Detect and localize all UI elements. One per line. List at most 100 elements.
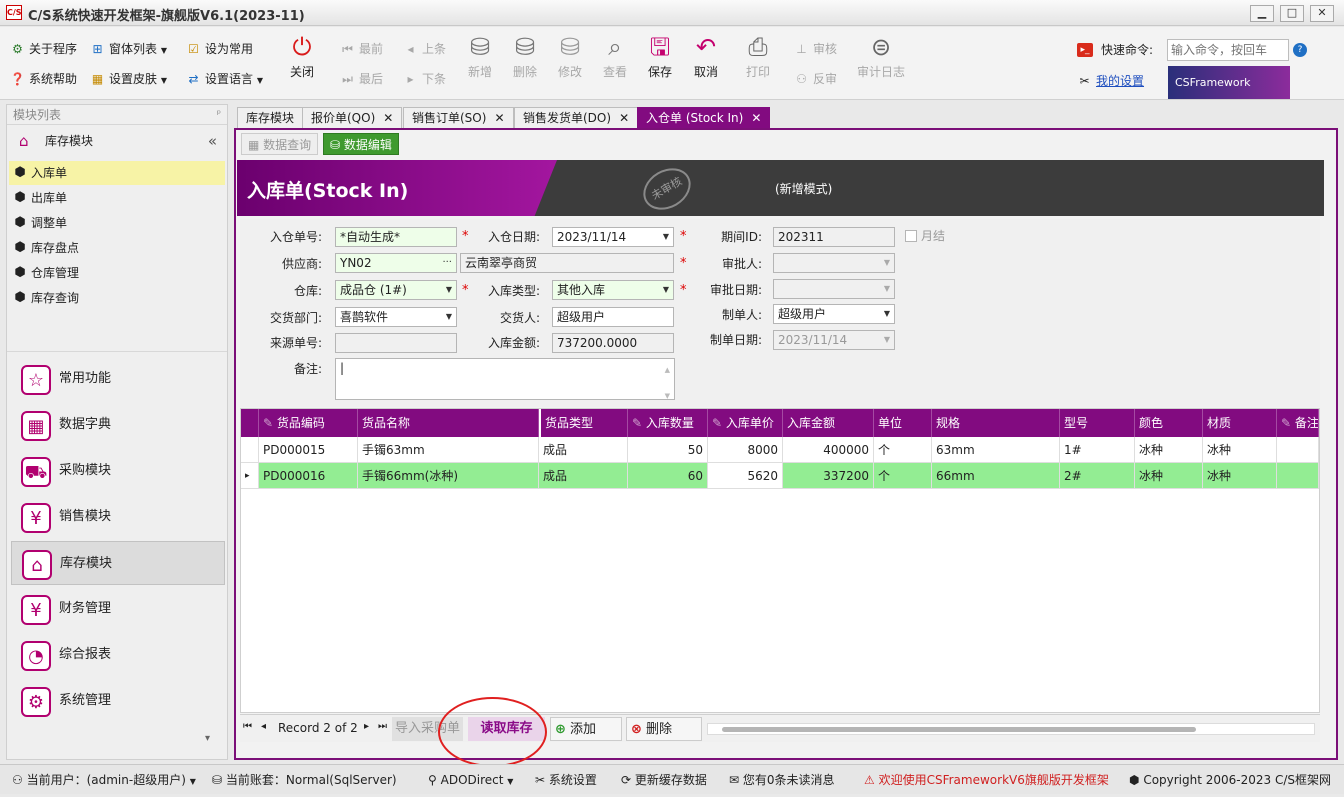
print-button[interactable]: ⎙ 打印 [734,31,782,80]
nav-reports[interactable]: ◔ 综合报表 [11,633,225,677]
chevron-down-icon[interactable]: ▼ [884,331,890,349]
quick-command-input[interactable] [1167,39,1289,61]
last-record-button[interactable]: ⏭ 最后 [340,69,383,89]
first-icon[interactable]: ⏮ [243,721,252,732]
chevron-down-icon[interactable]: ▼ [884,280,890,298]
chevron-down-icon[interactable]: ▼ [446,308,452,326]
column-header[interactable]: ✎ 入库单价 [708,409,783,437]
maximize-button[interactable]: □ [1280,5,1304,22]
tree-item-stock-in[interactable]: ⬢ 入库单 [9,161,225,185]
column-header[interactable]: 材质 [1203,409,1277,437]
nav-dictionary[interactable]: ▦ 数据字典 [11,403,225,447]
help-button[interactable]: ❓ 系统帮助 [10,69,77,89]
messages-link[interactable]: ✉ 您有0条未读消息 [729,765,835,795]
remark-field[interactable]: | ▲ ▼ [335,358,675,400]
nav-finance[interactable]: ¥ 财务管理 [11,587,225,631]
cell-model[interactable]: 2# [1060,463,1135,489]
tab-data-edit[interactable]: ⛁ 数据编辑 [323,133,399,155]
system-settings-link[interactable]: ✂ 系统设置 [535,765,597,795]
cell-unit[interactable]: 个 [874,463,932,489]
cell-type[interactable]: 成品 [539,437,628,463]
source-no-field[interactable] [335,333,457,353]
delete-button[interactable]: ⛁ 删除 [501,31,549,80]
delete-row-button[interactable]: ⊗ 删除 [626,717,702,741]
first-record-button[interactable]: ⏮ 最前 [340,39,383,59]
column-header[interactable]: 入库金额 [783,409,874,437]
approver-field[interactable]: ▼ [773,253,895,273]
column-header[interactable]: 货品名称 [358,409,539,437]
cell-amount[interactable]: 400000 [783,437,874,463]
cell-unit[interactable]: 个 [874,437,932,463]
connection-mode[interactable]: ⚲ ADODirect ▼ [428,765,513,795]
close-icon[interactable]: ✕ [751,111,761,125]
close-icon[interactable]: ✕ [494,111,504,125]
cell-name[interactable]: 手镯63mm [358,437,539,463]
cell-remark[interactable] [1277,437,1319,463]
skin-button[interactable]: ▦ 设置皮肤 ▼ [90,69,167,89]
cell-name[interactable]: 手镯66mm(冰种) [358,463,539,489]
cell-amount[interactable]: 337200 [783,463,874,489]
last-icon[interactable]: ⏭ [378,721,387,732]
column-header[interactable]: ✎ 货品编码 [259,409,358,437]
tab-stock-in[interactable]: 入仓单 (Stock In) ✕ [637,107,771,128]
chevron-down-icon[interactable]: ▼ [446,281,452,299]
save-button[interactable]: 🖫 保存 [636,31,684,80]
nav-common[interactable]: ☆ 常用功能 [11,357,225,401]
cell-qty[interactable]: 60 [628,463,708,489]
close-icon[interactable]: ✕ [619,111,629,125]
horizontal-scrollbar[interactable] [707,723,1315,735]
edit-button[interactable]: ⛁ 修改 [546,31,594,80]
tab-sales-order[interactable]: 销售订单(SO) ✕ [403,107,514,128]
view-button[interactable]: ⌕ 查看 [591,31,639,80]
column-header[interactable]: 单位 [874,409,932,437]
nav-purchase[interactable]: ⛟ 采购模块 [11,449,225,493]
prev-icon[interactable]: ◂ [261,721,266,732]
my-settings-link[interactable]: ✂ 我的设置 [1077,71,1144,91]
collapse-icon[interactable]: « [208,127,217,155]
tree-item-stock-query[interactable]: ⬢ 库存查询 [9,286,225,310]
tab-inventory-module[interactable]: 库存模块 [237,107,304,128]
make-date-field[interactable]: 2023/11/14 ▼ [773,330,895,350]
nav-sales[interactable]: ¥ 销售模块 [11,495,225,539]
cell-price[interactable]: 5620 [708,463,783,489]
scroll-up-icon[interactable]: ▲ [665,361,670,379]
scroll-down-icon[interactable]: ▼ [665,387,670,399]
scroll-down-icon[interactable]: ▾ [205,733,210,744]
cell-code[interactable]: PD000015 [259,437,358,463]
cell-color[interactable]: 冰种 [1135,463,1203,489]
next-icon[interactable]: ▸ [364,721,369,732]
in-type-field[interactable]: 其他入库 ▼ [552,280,674,300]
set-common-button[interactable]: ☑ 设为常用 [186,39,253,59]
deliverer-field[interactable]: 超级用户 [552,307,674,327]
chevron-down-icon[interactable]: ▼ [663,228,669,246]
close-window-button[interactable]: ✕ [1310,5,1334,22]
audit-log-button[interactable]: ⊜ 审计日志 [852,31,910,80]
column-header[interactable]: 货品类型 [539,409,628,437]
table-row[interactable]: PD000015 手镯63mm 成品 50 8000 400000 个 63mm… [241,437,1319,463]
approve-button[interactable]: ⊥ 审核 [794,39,837,59]
column-header[interactable]: 颜色 [1135,409,1203,437]
chevron-down-icon[interactable]: ▼ [884,254,890,272]
column-header[interactable]: 规格 [932,409,1060,437]
tab-data-query[interactable]: ▦ 数据查询 [241,133,319,155]
scrollbar-thumb[interactable] [722,727,1196,732]
next-record-button[interactable]: ▸ 下条 [403,69,446,89]
tree-item-stock-out[interactable]: ⬢ 出库单 [9,186,225,210]
cell-type[interactable]: 成品 [539,463,628,489]
month-end-checkbox[interactable] [905,230,917,242]
table-row-selected[interactable]: ▸ PD000016 手镯66mm(冰种) 成品 60 5620 337200 … [241,463,1319,489]
column-header[interactable]: ✎ 入库数量 [628,409,708,437]
supplier-code-field[interactable]: YN02 ··· [335,253,457,273]
tree-item-adjust[interactable]: ⬢ 调整单 [9,211,225,235]
cell-material[interactable]: 冰种 [1203,463,1277,489]
cell-material[interactable]: 冰种 [1203,437,1277,463]
close-form-button[interactable]: ⏻ 关闭 [278,31,326,80]
cancel-button[interactable]: ↶ 取消 [682,31,730,80]
nav-system[interactable]: ⚙ 系统管理 [11,679,225,723]
chevron-down-icon[interactable]: ▼ [663,281,669,299]
warehouse-field[interactable]: 成品仓 (1#) ▼ [335,280,457,300]
about-button[interactable]: ⚙ 关于程序 [10,39,77,59]
dept-field[interactable]: 喜鹊软件 ▼ [335,307,457,327]
order-no-field[interactable]: *自动生成* [335,227,457,247]
supplier-name-field[interactable]: 云南翠亭商贸 [460,253,674,273]
